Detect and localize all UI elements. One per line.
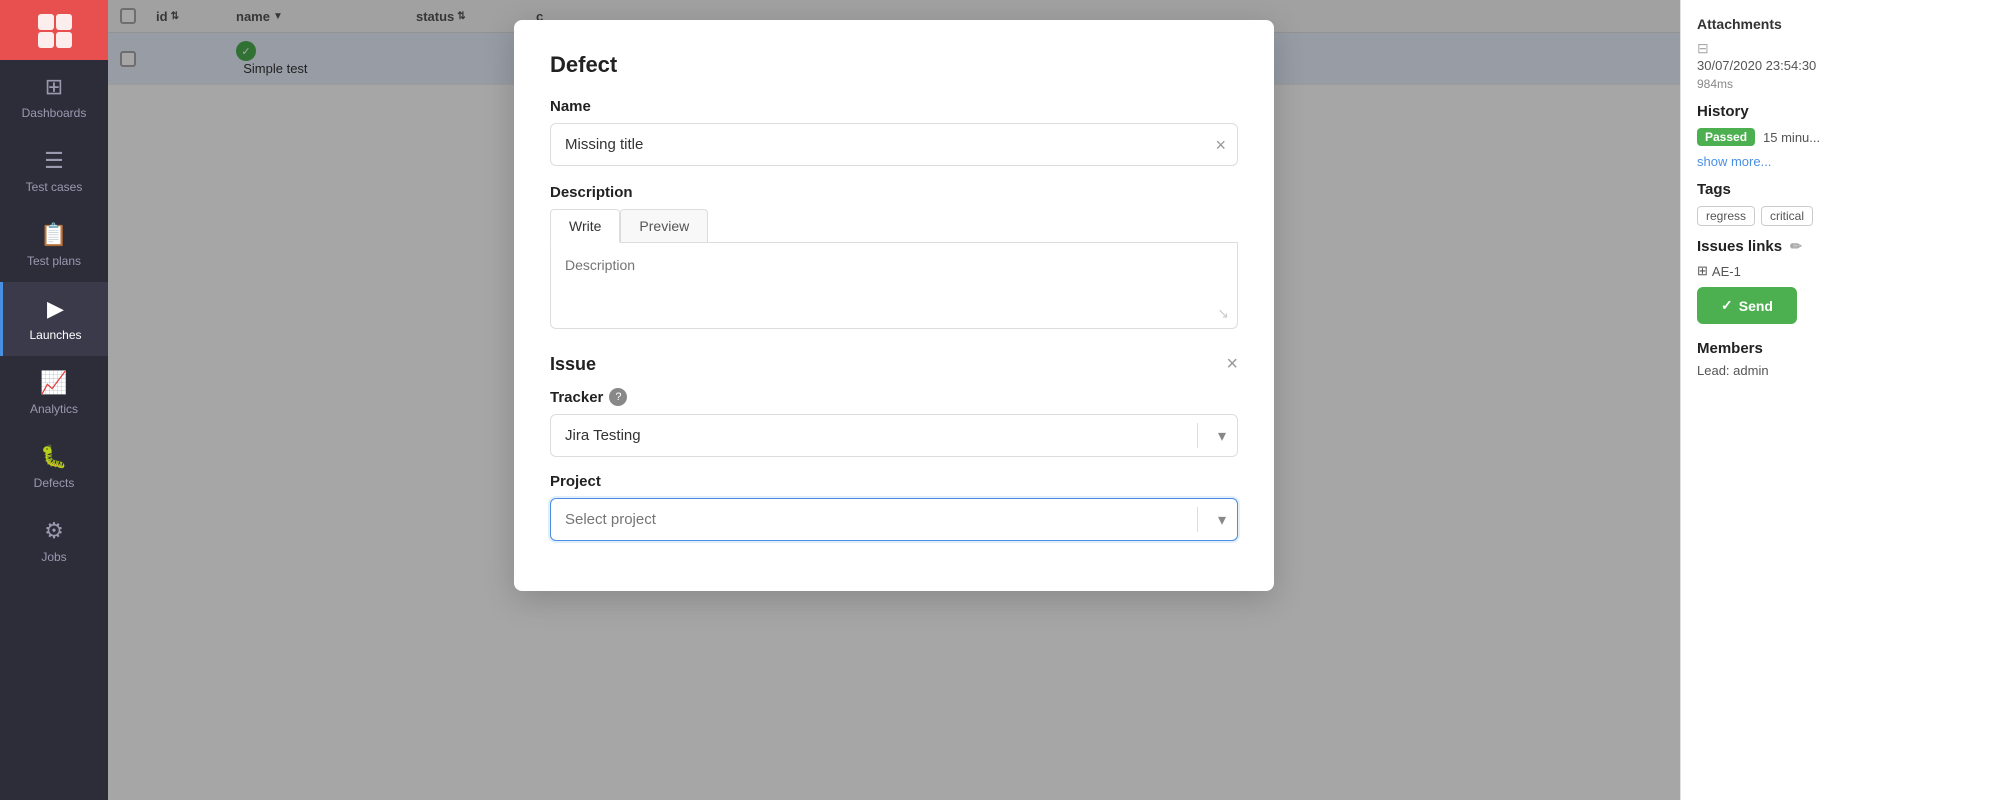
analytics-icon: 📈 [40, 370, 67, 396]
sidebar-item-label: Launches [29, 328, 81, 342]
description-label: Description [550, 184, 1238, 201]
defects-icon: 🐛 [40, 444, 67, 470]
description-section: Description Write Preview ↘ [550, 184, 1238, 329]
history-row: Passed 15 minu... [1697, 128, 1984, 146]
test-plans-icon: 📋 [40, 222, 67, 248]
description-tabs: Write Preview [550, 209, 1238, 243]
name-input[interactable] [550, 123, 1238, 166]
sidebar-item-jobs[interactable]: ⚙ Jobs [0, 504, 108, 578]
tab-write[interactable]: Write [550, 209, 620, 243]
sidebar-item-label: Dashboards [22, 106, 87, 120]
tracker-select[interactable]: Jira Testing [550, 414, 1238, 457]
launches-icon: ▶ [47, 296, 64, 322]
defect-modal: Defect Name × Description Write Preview [514, 20, 1274, 591]
issue-section-title: Issue [550, 354, 596, 375]
sidebar-item-defects[interactable]: 🐛 Defects [0, 430, 108, 504]
dashboards-icon: ⊞ [45, 74, 63, 100]
timestamp: 30/07/2020 23:54:30 [1697, 58, 1984, 73]
sidebar-item-dashboards[interactable]: ⊞ Dashboards [0, 60, 108, 134]
tracker-label-row: Tracker ? [550, 388, 1238, 406]
logo-icon [36, 12, 72, 48]
main-content: id ⇅ name ▼ status ⇅ c [108, 0, 1680, 800]
project-label: Project [550, 473, 1238, 490]
history-label: History [1697, 103, 1984, 120]
description-textarea-wrap: ↘ [550, 243, 1238, 329]
checkmark-icon: ✓ [1721, 297, 1733, 314]
duration: 984ms [1697, 77, 1984, 91]
history-time: 15 minu... [1763, 130, 1820, 145]
send-button[interactable]: ✓ Send [1697, 287, 1797, 324]
sidebar-item-launches[interactable]: ▶ Launches [0, 282, 108, 356]
issues-links-label: Issues links ✏ [1697, 238, 1984, 255]
issue-section: Issue × Tracker ? Jira Testing ▾ Project [550, 353, 1238, 541]
description-textarea[interactable] [551, 243, 1237, 323]
attachments-header: Attachments [1697, 16, 1984, 32]
issue-header-row: Issue × [550, 353, 1238, 376]
sidebar-item-test-plans[interactable]: 📋 Test plans [0, 208, 108, 282]
issue-link-id[interactable]: AE-1 [1712, 264, 1741, 279]
resize-icon: ↘ [1217, 305, 1229, 322]
lead-value: admin [1733, 363, 1768, 378]
project-select-wrap: ▾ [550, 498, 1238, 541]
tab-preview[interactable]: Preview [620, 209, 708, 242]
select-divider [1197, 423, 1198, 449]
tracker-help-icon[interactable]: ? [609, 388, 627, 406]
issue-close-button[interactable]: × [1226, 353, 1238, 376]
sidebar-item-test-cases[interactable]: ☰ Test cases [0, 134, 108, 208]
history-passed-badge: Passed [1697, 128, 1755, 146]
sidebar-item-label: Test cases [26, 180, 83, 194]
right-panel: Attachments ⊟ 30/07/2020 23:54:30 984ms … [1680, 0, 2000, 800]
modal-overlay[interactable]: Defect Name × Description Write Preview [108, 0, 1680, 800]
sidebar: ⊞ Dashboards ☰ Test cases 📋 Test plans ▶… [0, 0, 108, 800]
name-clear-button[interactable]: × [1215, 136, 1226, 154]
jobs-icon: ⚙ [44, 518, 64, 544]
issues-links-edit-icon[interactable]: ✏ [1790, 238, 1802, 255]
project-input[interactable] [550, 498, 1238, 541]
member-lead-row: Lead: admin [1697, 363, 1984, 378]
tracker-label: Tracker [550, 389, 603, 406]
test-cases-icon: ☰ [44, 148, 64, 174]
project-select-divider [1197, 507, 1198, 533]
app-logo [0, 0, 108, 60]
issue-link-row: ⊞ AE-1 [1697, 263, 1984, 279]
sidebar-item-label: Analytics [30, 402, 78, 416]
sidebar-item-label: Jobs [41, 550, 66, 564]
sidebar-item-analytics[interactable]: 📈 Analytics [0, 356, 108, 430]
issue-link-icon: ⊞ [1697, 263, 1708, 279]
tags-label: Tags [1697, 181, 1984, 198]
tags-row: regress critical [1697, 206, 1984, 226]
grid-icon[interactable]: ⊟ [1697, 40, 1709, 56]
sidebar-item-label: Defects [34, 476, 75, 490]
members-label: Members [1697, 340, 1984, 357]
tracker-select-wrap: Jira Testing ▾ [550, 414, 1238, 457]
modal-title: Defect [550, 52, 1238, 78]
tag-regress: regress [1697, 206, 1755, 226]
name-input-wrap: × [550, 123, 1238, 166]
name-field-label: Name [550, 98, 1238, 115]
show-more-link[interactable]: show more... [1697, 154, 1984, 169]
lead-label: Lead: [1697, 363, 1730, 378]
sidebar-item-label: Test plans [27, 254, 81, 268]
tag-critical: critical [1761, 206, 1813, 226]
